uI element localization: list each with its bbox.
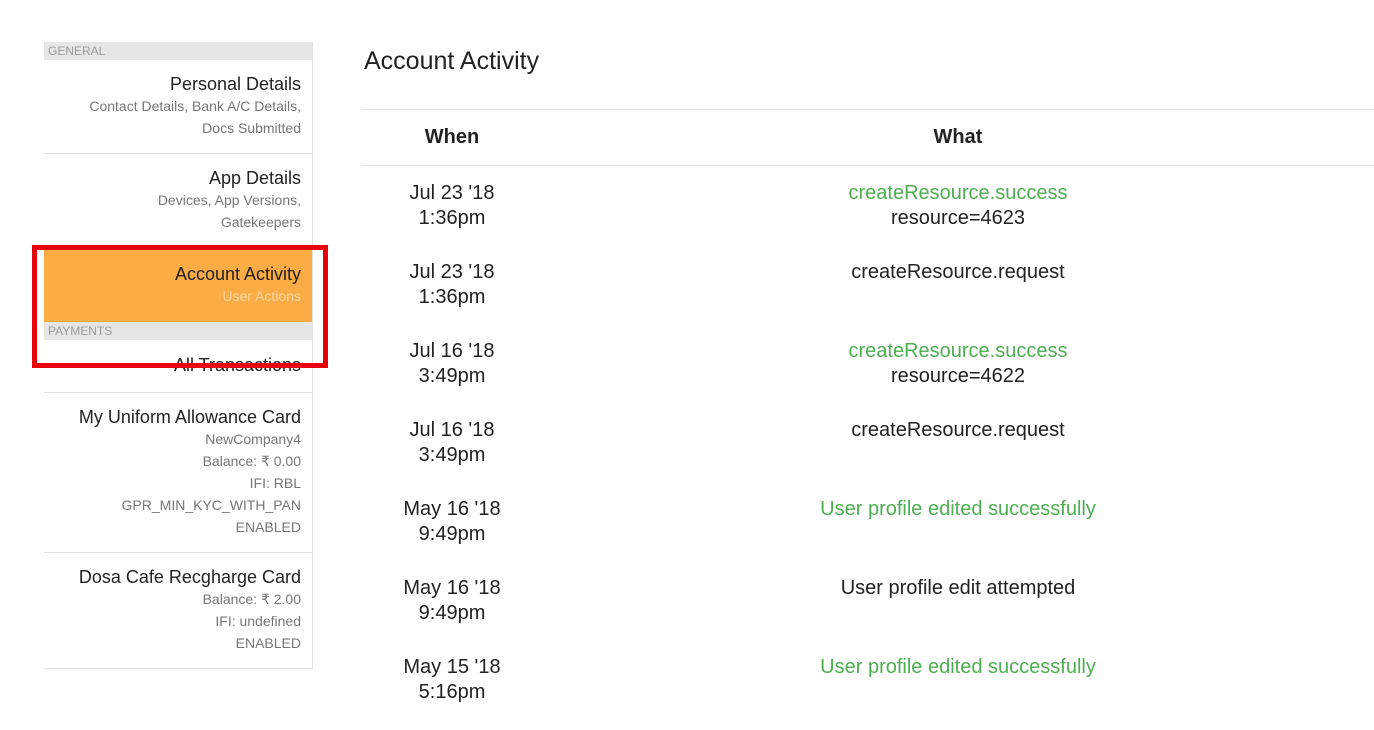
activity-time: 1:36pm (418, 285, 486, 308)
cell-what: createResource.request (542, 245, 1374, 324)
sidebar-item-subtitle: Gatekeepers (220, 214, 301, 230)
table-row: Jul 23 '18 1:36pm createResource.success… (362, 166, 1374, 245)
sidebar-item-account-activity[interactable]: Account Activity User Actions (44, 248, 312, 322)
activity-table: When What Jul 23 '18 1:36pm createResour… (362, 109, 1374, 719)
activity-date: May 15 '18 (403, 655, 501, 678)
activity-date: Jul 16 '18 (409, 418, 495, 441)
cell-what: User profile edit attempted (542, 561, 1374, 640)
sidebar-item-subtitle: GPR_MIN_KYC_WITH_PAN (121, 497, 301, 513)
sidebar-item-title: My Uniform Allowance Card (78, 407, 301, 427)
activity-date: Jul 16 '18 (409, 339, 495, 362)
activity-time: 3:49pm (418, 364, 486, 387)
section-header-general: GENERAL (44, 42, 312, 60)
table-row: Jul 23 '18 1:36pm createResource.request (362, 245, 1374, 324)
section-header-payments: PAYMENTS (44, 322, 312, 340)
activity-date: Jul 23 '18 (409, 260, 495, 283)
table-row: May 16 '18 9:49pm User profile edit atte… (362, 561, 1374, 640)
activity-event: createResource.success (848, 182, 1068, 204)
cell-what: User profile edited successfully (542, 482, 1374, 561)
table-row: May 15 '18 5:16pm User profile edited su… (362, 640, 1374, 719)
activity-detail: resource=4622 (891, 364, 1025, 387)
activity-event: User profile edited successfully (820, 497, 1096, 520)
sidebar-item-uniform-allowance-card[interactable]: My Uniform Allowance Card NewCompany4 Ba… (44, 393, 312, 553)
activity-event: createResource.request (851, 260, 1065, 283)
activity-date: May 16 '18 (403, 576, 501, 599)
activity-event: User profile edit attempted (840, 576, 1076, 599)
sidebar-item-subtitle: Docs Submitted (202, 120, 301, 136)
page-title: Account Activity (364, 47, 540, 75)
sidebar-item-title: Account Activity (174, 264, 301, 284)
sidebar-item-subtitle: IFI: RBL (249, 475, 301, 491)
cell-what: createResource.request (542, 403, 1374, 482)
sidebar: GENERAL Personal Details Contact Details… (44, 42, 313, 669)
cell-when: Jul 16 '18 3:49pm (362, 403, 542, 482)
table-row: Jul 16 '18 3:49pm createResource.success… (362, 324, 1374, 403)
sidebar-item-title: Dosa Cafe Recgharge Card (78, 567, 301, 587)
sidebar-item-title: App Details (208, 168, 301, 188)
table-header-row: When What (362, 109, 1374, 166)
activity-time: 3:49pm (418, 443, 486, 466)
cell-when: Jul 23 '18 1:36pm (362, 166, 542, 245)
activity-date: May 16 '18 (403, 497, 501, 520)
sidebar-item-personal-details[interactable]: Personal Details Contact Details, Bank A… (44, 60, 312, 154)
sidebar-item-all-transactions[interactable]: All Transactions (44, 340, 312, 393)
sidebar-item-subtitle: ENABLED (235, 635, 301, 651)
activity-event: createResource.request (851, 418, 1065, 441)
cell-what: User profile edited successfully (542, 640, 1374, 719)
activity-time: 1:36pm (418, 207, 486, 229)
sidebar-item-subtitle: NewCompany4 (205, 431, 301, 447)
sidebar-item-subtitle: Balance: ₹ 2.00 (202, 591, 301, 607)
sidebar-item-subtitle: IFI: undefined (215, 613, 301, 629)
column-header-what: What (542, 109, 1374, 166)
cell-when: May 15 '18 5:16pm (362, 640, 542, 719)
activity-event: createResource.success (848, 339, 1068, 362)
activity-time: 5:16pm (418, 680, 486, 703)
sidebar-item-dosa-cafe-card[interactable]: Dosa Cafe Recgharge Card Balance: ₹ 2.00… (44, 553, 312, 669)
activity-event: User profile edited successfully (820, 655, 1096, 678)
sidebar-item-subtitle: ENABLED (235, 519, 301, 535)
main-content: Account Activity When What Jul 23 '18 1:… (362, 40, 1374, 719)
cell-when: May 16 '18 9:49pm (362, 482, 542, 561)
table-row: Jul 16 '18 3:49pm createResource.request (362, 403, 1374, 482)
activity-time: 9:49pm (418, 601, 486, 624)
activity-date: Jul 23 '18 (409, 182, 495, 204)
cell-what: createResource.success resource=4622 (542, 324, 1374, 403)
table-row: May 16 '18 9:49pm User profile edited su… (362, 482, 1374, 561)
sidebar-item-subtitle: Balance: ₹ 0.00 (202, 453, 301, 469)
activity-detail: resource=4623 (891, 207, 1025, 229)
sidebar-item-title: Personal Details (169, 74, 301, 94)
sidebar-item-subtitle: Devices, App Versions, (157, 192, 301, 208)
cell-when: Jul 23 '18 1:36pm (362, 245, 542, 324)
cell-when: Jul 16 '18 3:49pm (362, 324, 542, 403)
sidebar-item-subtitle: User Actions (222, 288, 301, 304)
cell-when: May 16 '18 9:49pm (362, 561, 542, 640)
activity-time: 9:49pm (418, 522, 486, 545)
sidebar-item-subtitle: Contact Details, Bank A/C Details, (89, 98, 301, 114)
sidebar-item-title: All Transactions (173, 355, 301, 375)
sidebar-item-app-details[interactable]: App Details Devices, App Versions, Gatek… (44, 154, 312, 248)
column-header-when: When (362, 109, 542, 166)
cell-what: createResource.success resource=4623 (542, 166, 1374, 245)
